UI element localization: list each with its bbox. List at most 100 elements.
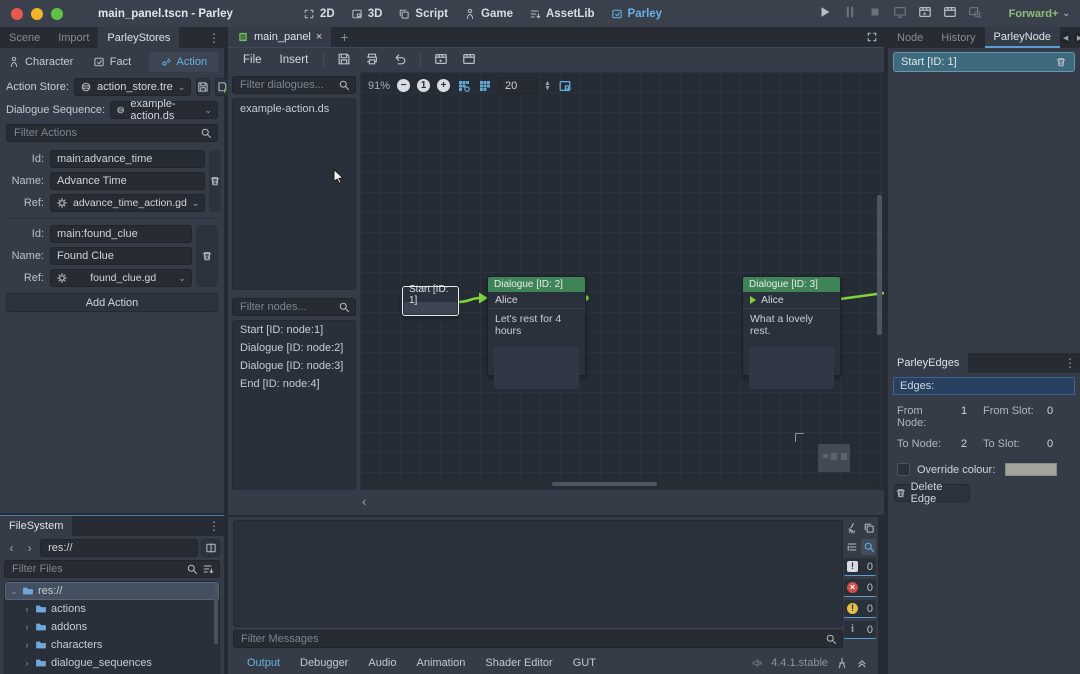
- zoom-in-button[interactable]: +: [437, 79, 450, 92]
- chevron-down-icon[interactable]: ⌄: [10, 586, 18, 597]
- snap-distance-value[interactable]: 20: [499, 77, 537, 94]
- list-item-node[interactable]: End [ID: node:4]: [233, 375, 355, 393]
- chevron-right-icon[interactable]: ›: [23, 622, 31, 632]
- history-back-icon[interactable]: ◀: [1060, 32, 1071, 43]
- copy-output-icon[interactable]: [861, 520, 876, 536]
- info-count-toggle[interactable]: i 0: [844, 621, 876, 639]
- pause-button[interactable]: [843, 5, 857, 22]
- test-dialogue-icon[interactable]: [429, 52, 453, 69]
- tab-debugger[interactable]: Debugger: [291, 657, 357, 669]
- expand-panel-icon[interactable]: [856, 657, 868, 669]
- tab-scene[interactable]: Scene: [0, 27, 49, 48]
- list-item-node[interactable]: Dialogue [ID: node:2]: [233, 339, 355, 357]
- tab-main-panel[interactable]: main_panel ×: [228, 27, 331, 47]
- dialogue-graph-canvas[interactable]: 91% − 1 + 20 ▲▼ Start [ID: 1] Dialogue […: [360, 72, 884, 490]
- delete-node-button[interactable]: [1055, 56, 1067, 68]
- filesystem-menu-icon[interactable]: ⋮: [204, 516, 224, 536]
- tab-shader-editor[interactable]: Shader Editor: [476, 657, 561, 669]
- tab-parleynode[interactable]: ParleyNode: [985, 27, 1060, 48]
- zoom-reset-button[interactable]: 1: [417, 79, 430, 92]
- graph-node-dialogue-3[interactable]: Dialogue [ID: 3] Alice What a lovely res…: [742, 276, 841, 376]
- snap-toggle-icon[interactable]: [478, 79, 492, 93]
- tab-assetlib[interactable]: AssetLib: [529, 8, 595, 20]
- tab-3d[interactable]: 3D: [351, 8, 383, 20]
- close-tab-icon[interactable]: ×: [316, 31, 322, 43]
- list-item-node[interactable]: Start [ID: node:1]: [233, 321, 355, 339]
- collapse-messages-icon[interactable]: [844, 539, 859, 555]
- tree-item-actions[interactable]: › actions: [5, 600, 219, 618]
- action-name-field[interactable]: [50, 172, 205, 190]
- list-item-node[interactable]: Dialogue [ID: node:3]: [233, 357, 355, 375]
- parleyedges-menu-icon[interactable]: ⋮: [1060, 353, 1080, 373]
- error-count-toggle[interactable]: × 0: [844, 579, 876, 597]
- zoom-window-button[interactable]: [51, 8, 63, 20]
- delete-action-button[interactable]: [209, 150, 221, 212]
- delete-edge-button[interactable]: Delete Edge: [894, 484, 970, 502]
- nav-back-button[interactable]: ‹: [4, 540, 19, 556]
- test-scene-icon[interactable]: [457, 52, 481, 69]
- action-store-dropdown[interactable]: action_store.tre ⌄: [74, 78, 191, 96]
- filter-messages-input[interactable]: [233, 630, 843, 648]
- tab-parley[interactable]: Parley: [611, 8, 663, 20]
- tab-audio[interactable]: Audio: [359, 657, 405, 669]
- path-input[interactable]: [40, 539, 198, 557]
- movie-play-button[interactable]: [918, 5, 932, 22]
- action-ref-dropdown[interactable]: advance_time_action.gd ⌄: [50, 194, 205, 212]
- tab-history[interactable]: History: [932, 27, 984, 48]
- store-tab-fact[interactable]: Fact: [77, 52, 146, 72]
- new-tab-button[interactable]: +: [331, 27, 357, 47]
- filter-files-input[interactable]: [4, 560, 220, 578]
- undo-icon[interactable]: [388, 52, 412, 69]
- colour-swatch[interactable]: [1005, 463, 1057, 476]
- list-item-dialogue-file[interactable]: example-action.ds: [233, 99, 355, 119]
- pin-panel-icon[interactable]: [836, 657, 848, 669]
- tab-node[interactable]: Node: [888, 27, 932, 48]
- snap-settings-icon[interactable]: [457, 79, 471, 93]
- minimize-window-button[interactable]: [31, 8, 43, 20]
- stop-button[interactable]: [868, 5, 882, 22]
- dialogue-sequence-dropdown[interactable]: example-action.ds ⌄: [110, 101, 218, 119]
- movie-maker-button[interactable]: [943, 5, 957, 22]
- action-ref-dropdown[interactable]: found_clue.gd ⌄: [50, 269, 192, 287]
- tree-item-addons[interactable]: › addons: [5, 618, 219, 636]
- sort-files-icon[interactable]: [202, 563, 214, 575]
- graph-minimap[interactable]: [818, 444, 850, 472]
- graph-vertical-scrollbar[interactable]: [877, 195, 882, 335]
- snap-spinner[interactable]: ▲▼: [544, 81, 551, 91]
- clear-output-icon[interactable]: [844, 520, 859, 536]
- filter-nodes-input[interactable]: [232, 298, 356, 316]
- file-menu-button[interactable]: File: [236, 52, 269, 68]
- nav-forward-button[interactable]: ›: [22, 540, 37, 556]
- tab-parleyedges[interactable]: ParleyEdges: [888, 353, 968, 373]
- graph-node-dialogue-2[interactable]: Dialogue [ID: 2] Alice Let's rest for 4 …: [487, 276, 586, 376]
- tab-2d[interactable]: 2D: [303, 8, 335, 20]
- chevron-right-icon[interactable]: ›: [23, 640, 31, 650]
- graph-horizontal-scrollbar[interactable]: [362, 481, 880, 487]
- renderer-selector[interactable]: Forward+ ⌄: [1009, 0, 1070, 27]
- distraction-free-button[interactable]: [866, 27, 884, 47]
- remote-debug-icon[interactable]: [893, 5, 907, 22]
- split-mode-button[interactable]: [201, 539, 220, 557]
- chevron-right-icon[interactable]: ›: [23, 604, 31, 614]
- audio-mute-icon[interactable]: [751, 657, 763, 669]
- print-icon[interactable]: [360, 52, 384, 69]
- insert-menu-button[interactable]: Insert: [273, 52, 316, 68]
- play-button[interactable]: [818, 5, 832, 22]
- tab-output[interactable]: Output: [238, 657, 289, 669]
- tree-item-characters[interactable]: › characters: [5, 636, 219, 654]
- tab-animation[interactable]: Animation: [408, 657, 475, 669]
- close-window-button[interactable]: [11, 8, 23, 20]
- action-id-field[interactable]: [50, 225, 192, 243]
- save-store-button[interactable]: [196, 78, 210, 96]
- history-forward-icon[interactable]: ▶: [1074, 32, 1080, 43]
- filter-dialogues-input[interactable]: [232, 76, 356, 94]
- output-log[interactable]: [233, 520, 843, 627]
- tab-filesystem[interactable]: FileSystem: [0, 516, 72, 536]
- tab-gut[interactable]: GUT: [564, 657, 605, 669]
- save-icon[interactable]: [332, 52, 356, 69]
- tree-scrollbar[interactable]: [214, 584, 218, 644]
- collapse-sidebar-icon[interactable]: ‹: [362, 494, 366, 509]
- override-colour-checkbox[interactable]: [897, 463, 910, 476]
- graph-node-start[interactable]: Start [ID: 1]: [402, 286, 459, 316]
- tab-game[interactable]: Game: [464, 8, 513, 20]
